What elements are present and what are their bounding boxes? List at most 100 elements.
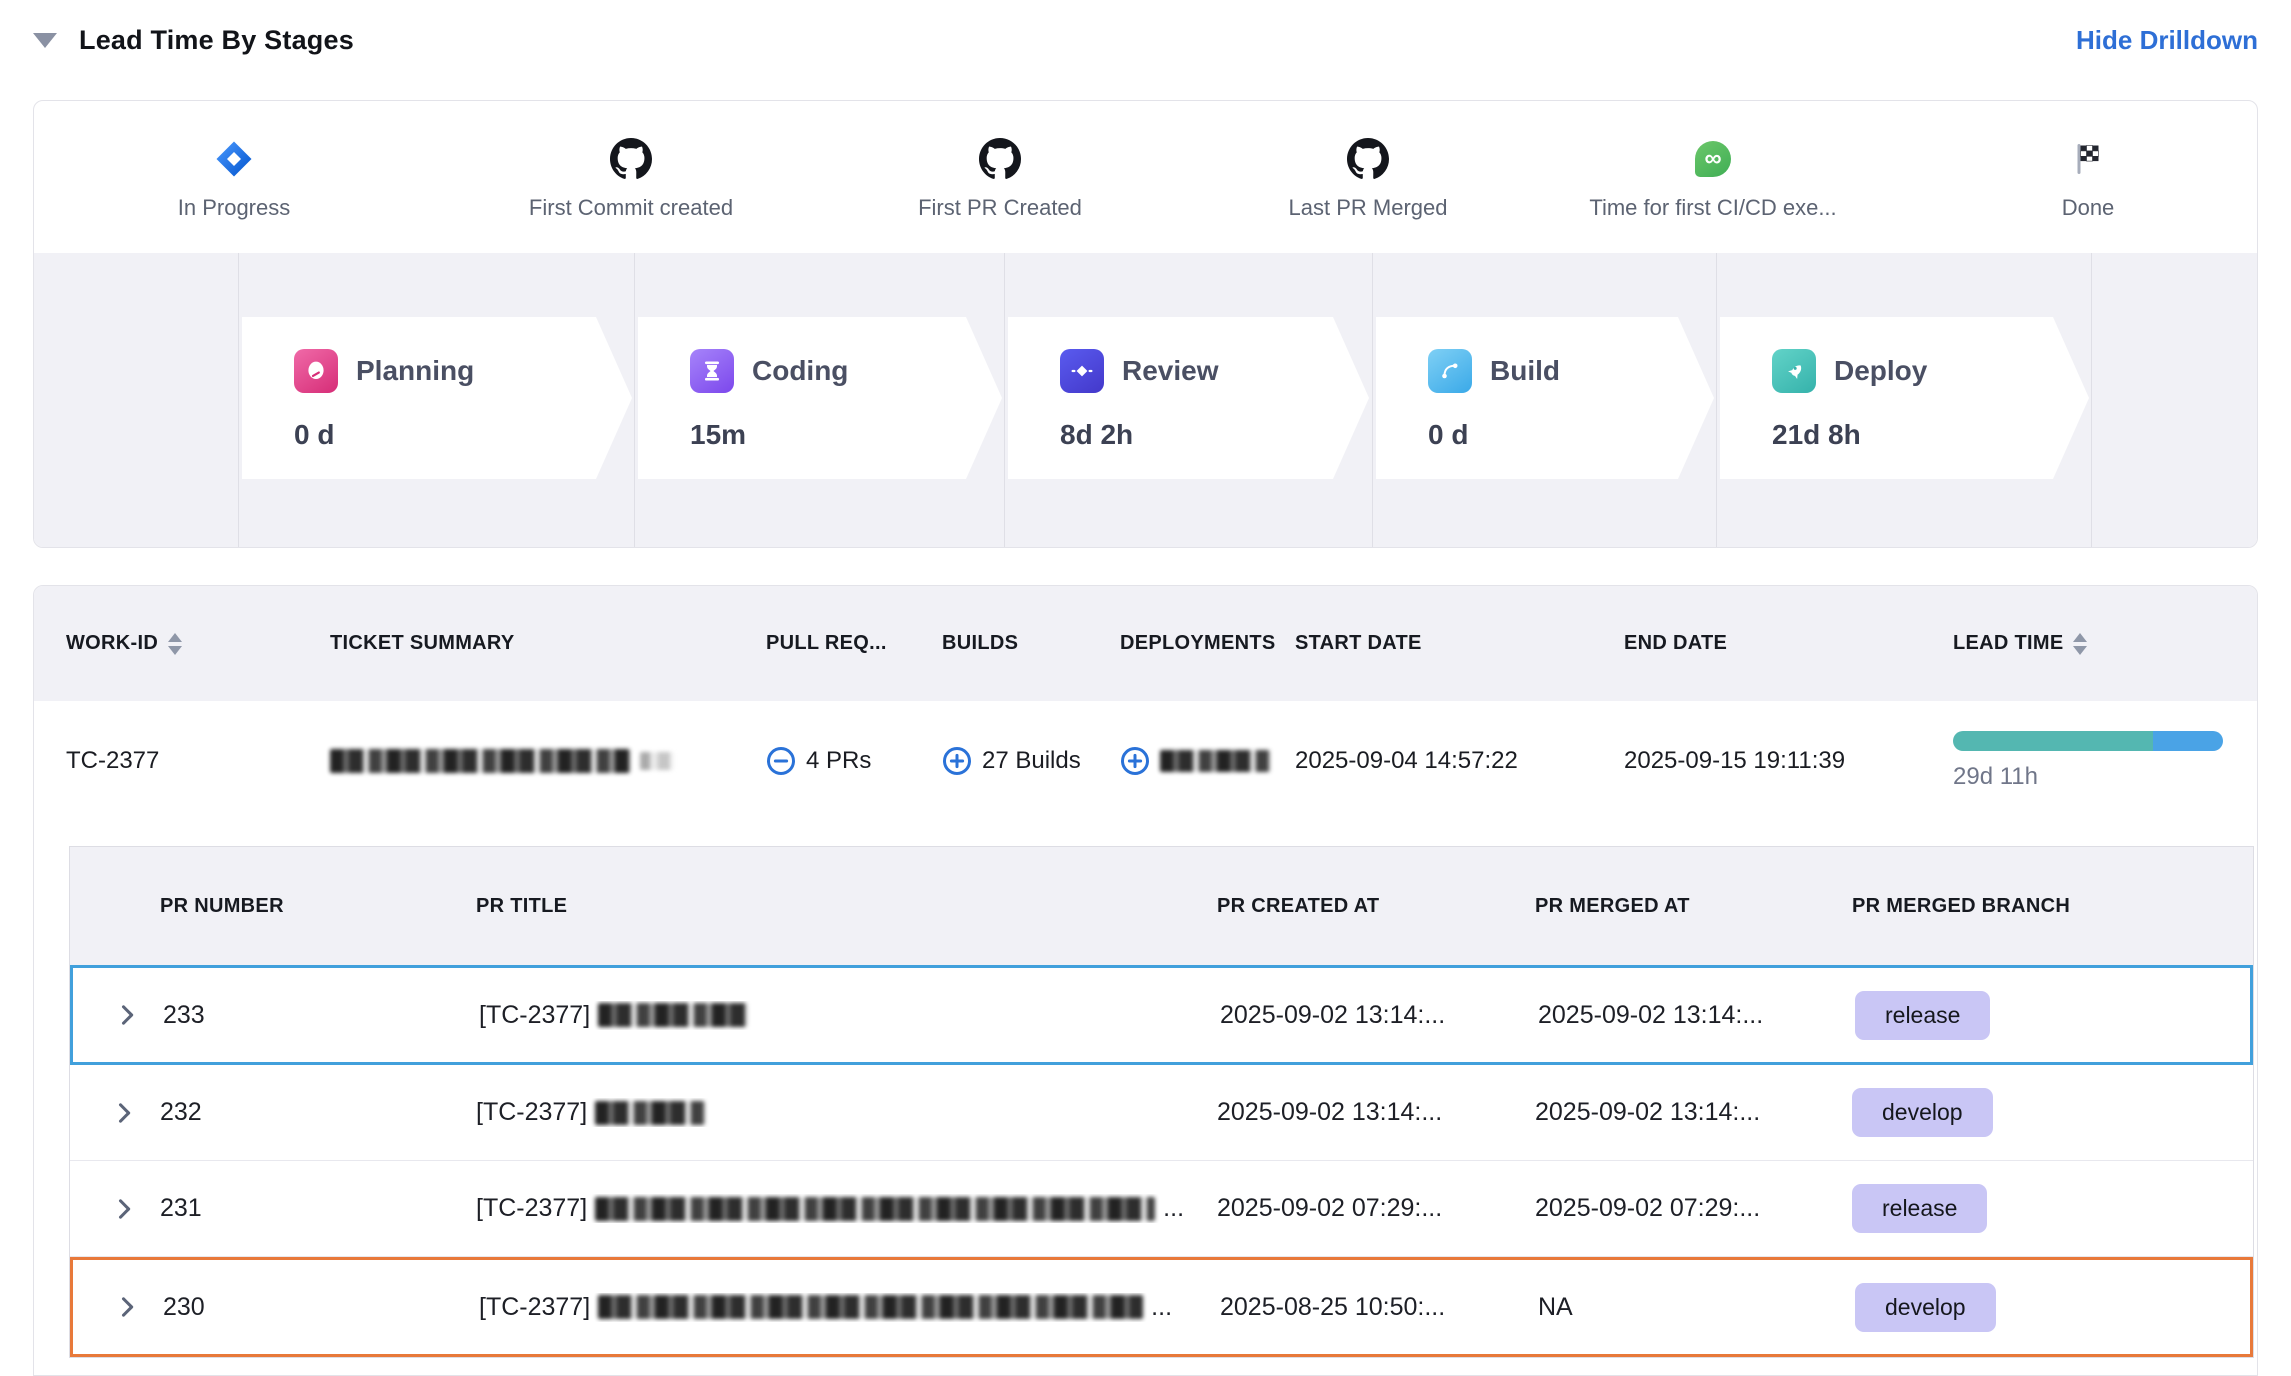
pr-title-prefix: [TC-2377] xyxy=(479,1293,590,1322)
github-icon xyxy=(610,137,652,181)
pr-merged-at: 2025-09-02 07:29:... xyxy=(1535,1194,1852,1223)
timeline-step-in-progress: In Progress xyxy=(33,137,444,221)
github-icon xyxy=(979,137,1021,181)
column-label: BUILDS xyxy=(942,631,1018,656)
ticket-summary-value xyxy=(330,749,766,773)
plus-circle-icon[interactable] xyxy=(942,746,972,776)
column-label: PR MERGED AT xyxy=(1535,894,1690,919)
step-label: First Commit created xyxy=(529,195,733,221)
pr-created-at: 2025-09-02 07:29:... xyxy=(1217,1194,1535,1223)
stage-name: Deploy xyxy=(1834,355,1927,387)
column-label: PR MERGED BRANCH xyxy=(1852,894,2070,919)
pr-row-232[interactable]: 232 [TC-2377] 2025-09-02 13:14:... 2025-… xyxy=(70,1065,2253,1161)
pull-requests-toggle[interactable]: 4 PRs xyxy=(766,746,942,776)
pr-count-label: 4 PRs xyxy=(806,747,871,775)
column-label: PR NUMBER xyxy=(160,894,284,919)
step-label: In Progress xyxy=(178,195,291,221)
column-label: TICKET SUMMARY xyxy=(330,631,515,656)
lead-time-drilldown-page: Lead Time By Stages Hide Drilldown In Pr… xyxy=(0,0,2291,1376)
plus-circle-icon[interactable] xyxy=(1120,746,1150,776)
pr-title-suffix: ... xyxy=(1151,1293,1172,1322)
step-label: Time for first CI/CD exe... xyxy=(1589,195,1836,221)
work-table-header: WORK-ID TICKET SUMMARY PULL REQ... BUILD… xyxy=(34,586,2257,701)
github-icon xyxy=(1347,137,1389,181)
collapse-triangle-icon[interactable] xyxy=(33,33,57,48)
stage-divider xyxy=(238,253,239,547)
rocket-icon xyxy=(1772,349,1816,393)
stage-build: Build 0 d xyxy=(1376,317,1714,479)
stage-duration: 15m xyxy=(690,419,1002,451)
pr-title-prefix: [TC-2377] xyxy=(479,1001,590,1030)
column-pull-requests: PULL REQ... xyxy=(766,631,942,656)
stage-name: Planning xyxy=(356,355,474,387)
pr-title-suffix: ... xyxy=(1163,1194,1184,1223)
column-label: DEPLOYMENTS xyxy=(1120,631,1276,656)
expand-chevron-icon[interactable] xyxy=(70,1099,160,1127)
stages-panel: In Progress First Commit created First P… xyxy=(33,100,2258,548)
note-icon xyxy=(294,349,338,393)
column-label: WORK-ID xyxy=(66,631,158,656)
redacted-text xyxy=(330,749,630,773)
step-label: Last PR Merged xyxy=(1289,195,1448,221)
end-date-value: 2025-09-15 19:11:39 xyxy=(1624,747,1953,775)
branch-badge: develop xyxy=(1855,1283,1996,1332)
stage-name: Coding xyxy=(752,355,848,387)
column-label: PULL REQ... xyxy=(766,631,887,656)
pr-created-at: 2025-08-25 10:50:... xyxy=(1220,1293,1538,1322)
pr-branch-cell: release xyxy=(1855,991,2250,1040)
stage-duration: 8d 2h xyxy=(1060,419,1369,451)
column-pr-created-at: PR CREATED AT xyxy=(1217,894,1535,919)
stage-divider xyxy=(1716,253,1717,547)
stage-deploy: Deploy 21d 8h xyxy=(1720,317,2089,479)
stage-divider xyxy=(634,253,635,547)
page-title: Lead Time By Stages xyxy=(79,25,354,56)
work-items-table: WORK-ID TICKET SUMMARY PULL REQ... BUILD… xyxy=(33,585,2258,1376)
lead-time-bar xyxy=(1953,731,2223,751)
branch-badge: release xyxy=(1852,1184,1987,1233)
stage-divider xyxy=(2091,253,2092,547)
jira-icon xyxy=(214,137,254,181)
lead-bar-blue xyxy=(2153,731,2223,751)
pr-row-231[interactable]: 231 [TC-2377] ... 2025-09-02 07:29:... 2… xyxy=(70,1161,2253,1257)
pr-title: [TC-2377] ... xyxy=(479,1293,1220,1322)
hourglass-icon xyxy=(690,349,734,393)
stage-planning: Planning 0 d xyxy=(242,317,632,479)
sort-icon[interactable] xyxy=(168,633,182,655)
expand-chevron-icon[interactable] xyxy=(73,1001,163,1029)
step-label: Done xyxy=(2062,195,2115,221)
hide-drilldown-link[interactable]: Hide Drilldown xyxy=(2076,25,2258,56)
column-pr-title: PR TITLE xyxy=(476,894,1217,919)
pr-title: [TC-2377] xyxy=(476,1098,1217,1127)
stage-name: Review xyxy=(1122,355,1219,387)
stage-duration: 0 d xyxy=(294,419,632,451)
expand-chevron-icon[interactable] xyxy=(73,1293,163,1321)
column-work-id[interactable]: WORK-ID xyxy=(66,631,330,656)
pr-row-233[interactable]: 233 [TC-2377] 2025-09-02 13:14:... 2025-… xyxy=(70,965,2253,1065)
column-label: PR TITLE xyxy=(476,894,567,919)
pr-number: 233 xyxy=(163,1001,479,1030)
deployments-toggle[interactable] xyxy=(1120,746,1295,776)
minus-circle-icon[interactable] xyxy=(766,746,796,776)
redacted-text xyxy=(595,1101,705,1125)
pr-table: PR NUMBER PR TITLE PR CREATED AT PR MERG… xyxy=(69,846,2254,1358)
pr-title-prefix: [TC-2377] xyxy=(476,1098,587,1127)
sort-icon[interactable] xyxy=(2073,633,2087,655)
branch-badge: release xyxy=(1855,991,1990,1040)
cicd-icon: ∞ xyxy=(1695,137,1731,181)
column-end-date: END DATE xyxy=(1624,631,1953,656)
column-label: START DATE xyxy=(1295,631,1422,656)
pr-title: [TC-2377] xyxy=(479,1001,1220,1030)
expand-chevron-icon[interactable] xyxy=(70,1195,160,1223)
pr-created-at: 2025-09-02 13:14:... xyxy=(1217,1098,1535,1127)
builds-toggle[interactable]: 27 Builds xyxy=(942,746,1120,776)
stage-duration: 0 d xyxy=(1428,419,1714,451)
column-label: PR CREATED AT xyxy=(1217,894,1379,919)
redacted-text xyxy=(1160,750,1270,772)
column-lead-time[interactable]: LEAD TIME xyxy=(1953,631,2257,656)
redacted-text xyxy=(598,1003,748,1027)
pr-merged-at: NA xyxy=(1538,1293,1855,1322)
pr-branch-cell: develop xyxy=(1855,1283,2250,1332)
pr-merged-at: 2025-09-02 13:14:... xyxy=(1538,1001,1855,1030)
column-deployments: DEPLOYMENTS xyxy=(1120,631,1295,656)
pr-row-230[interactable]: 230 [TC-2377] ... 2025-08-25 10:50:... N… xyxy=(70,1257,2253,1357)
